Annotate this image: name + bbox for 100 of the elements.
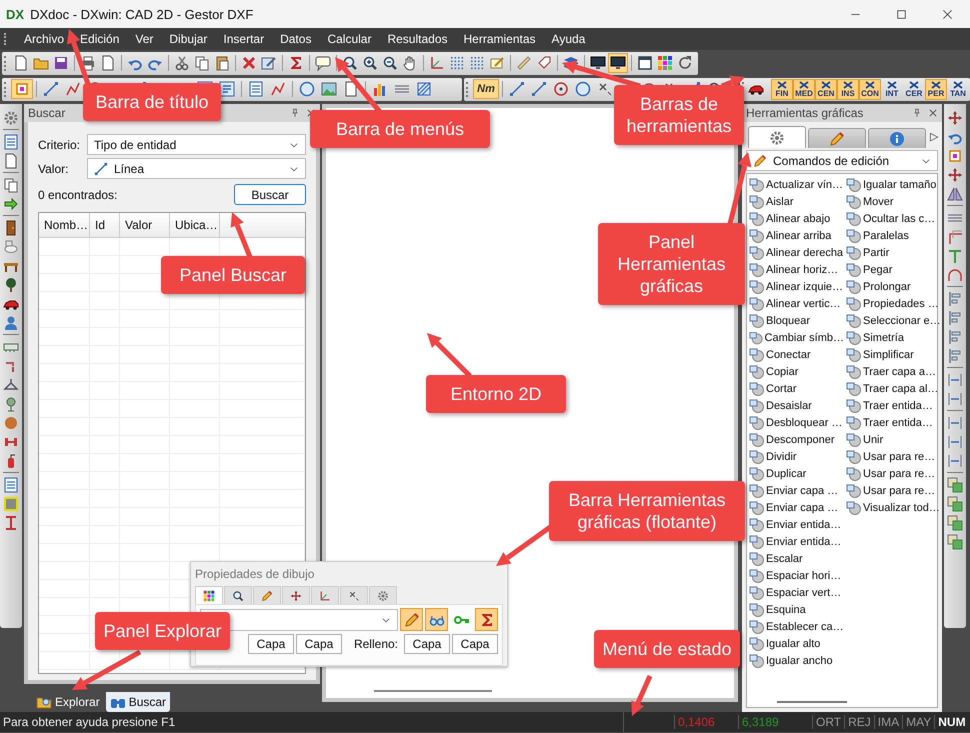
column-header[interactable]: Valor — [120, 213, 170, 237]
frame-icon[interactable] — [3, 496, 19, 512]
line-icon[interactable] — [531, 81, 547, 97]
spacing-icon[interactable] — [947, 414, 963, 430]
menu-item[interactable]: Edición — [80, 32, 120, 46]
menu-item[interactable]: Dibujar — [169, 32, 208, 46]
search-button[interactable]: Buscar — [234, 184, 306, 205]
toggle-button[interactable] — [400, 608, 423, 631]
note-pencil-icon[interactable] — [489, 55, 505, 71]
command-item[interactable]: Aislar — [766, 196, 794, 208]
move-icon[interactable] — [947, 110, 963, 126]
layer-button[interactable]: Capa — [248, 634, 294, 654]
command-item[interactable]: Alinear derecha — [766, 246, 844, 258]
copy-icon[interactable] — [3, 176, 19, 192]
command-item[interactable]: Escalar — [766, 552, 803, 564]
column-header[interactable]: Ubica… — [170, 213, 220, 237]
corner-icon[interactable] — [947, 228, 963, 244]
refresh-icon[interactable] — [677, 55, 693, 71]
panel-tab[interactable] — [340, 586, 368, 604]
snap-button[interactable]: CEN — [815, 78, 837, 100]
command-item[interactable]: Desaislar — [766, 400, 812, 412]
copy-icon[interactable] — [194, 55, 210, 71]
align-icon[interactable] — [947, 328, 963, 344]
command-item[interactable]: Paralelas — [863, 230, 909, 242]
command-item[interactable]: Espaciar vert… — [766, 586, 842, 598]
menu-item[interactable]: Herramientas — [464, 32, 536, 46]
command-item[interactable]: Cambiar símb… — [764, 332, 844, 344]
dropdown[interactable]: Comandos de edición — [746, 150, 938, 171]
layer-button[interactable]: Capa — [452, 634, 498, 654]
command-item[interactable]: Alinear vertic… — [766, 298, 841, 310]
menu-item[interactable]: Resultados — [387, 32, 448, 46]
menu-item[interactable]: Ver — [135, 32, 154, 46]
disc-icon[interactable] — [299, 81, 315, 97]
overlap-squares-icon[interactable] — [947, 496, 963, 512]
column-header[interactable]: Id — [90, 213, 120, 237]
scissors-icon[interactable] — [174, 55, 190, 71]
pin-icon[interactable] — [912, 108, 922, 118]
command-item[interactable]: Pegar — [863, 264, 892, 276]
command-item[interactable]: Propiedades … — [863, 298, 939, 310]
command-item[interactable]: Alinear arriba — [766, 230, 832, 242]
command-item[interactable]: Simetría — [863, 332, 904, 344]
command-item[interactable]: Conectar — [766, 348, 811, 360]
command-item[interactable]: Igualar ancho — [766, 654, 833, 666]
column-header[interactable]: Nomb… — [39, 213, 90, 237]
edit-icon[interactable] — [261, 55, 277, 71]
tag-icon[interactable] — [536, 55, 552, 71]
command-item[interactable]: Dividir — [766, 450, 797, 462]
command-item[interactable]: Ocultar las c… — [863, 212, 936, 224]
dropdown[interactable]: Tipo de entidad — [87, 134, 306, 155]
command-item[interactable]: Traer entida… — [863, 416, 933, 428]
speech-bubble-icon[interactable] — [315, 55, 331, 71]
command-item[interactable]: Enviar capa … — [766, 502, 838, 514]
square-icon[interactable] — [14, 81, 30, 97]
command-item[interactable]: Desbloquear … — [766, 416, 842, 428]
line-icon[interactable] — [43, 81, 59, 97]
command-item[interactable]: Traer capa al… — [863, 382, 938, 394]
command-item[interactable]: Duplicar — [766, 468, 806, 480]
command-item[interactable]: Visualizar tod… — [863, 502, 940, 514]
mirror-icon[interactable] — [947, 186, 963, 202]
command-item[interactable]: Partir — [863, 246, 890, 258]
ruler-icon[interactable] — [516, 55, 532, 71]
overlap-squares-icon[interactable] — [947, 514, 963, 530]
document-icon[interactable] — [100, 55, 116, 71]
layer-button[interactable]: Capa — [404, 634, 450, 654]
snap-button[interactable]: PER — [925, 78, 947, 100]
grid-icon[interactable] — [449, 55, 465, 71]
zoom-out-icon[interactable] — [382, 55, 398, 71]
command-item[interactable]: Enviar capa … — [766, 484, 838, 496]
printer-icon[interactable] — [80, 55, 96, 71]
spacing-icon[interactable] — [947, 452, 963, 468]
command-item[interactable]: Igualar tamaño — [863, 178, 936, 190]
overlap-squares-icon[interactable] — [947, 534, 963, 550]
command-item[interactable]: Alinear abajo — [766, 212, 830, 224]
disc-icon[interactable] — [575, 81, 591, 97]
panel-tab[interactable] — [748, 126, 806, 148]
sigma-icon[interactable] — [288, 55, 304, 71]
scroll-arrow[interactable]: ▷ — [930, 130, 938, 142]
layer-button[interactable]: Capa — [296, 634, 342, 654]
document-icon[interactable] — [343, 81, 359, 97]
arrow-icon[interactable] — [3, 196, 19, 212]
move-icon[interactable] — [947, 166, 963, 182]
document-icon[interactable] — [13, 55, 29, 71]
snap-button[interactable]: INT — [881, 78, 903, 100]
command-item[interactable]: Igualar alto — [766, 638, 820, 650]
command-item[interactable]: Espaciar hori… — [766, 570, 842, 582]
window-icon[interactable] — [637, 55, 653, 71]
command-item[interactable]: Esquina — [766, 604, 806, 616]
hanger-icon[interactable] — [3, 376, 19, 392]
tree-icon[interactable] — [3, 276, 19, 292]
snap-button[interactable]: CER — [903, 78, 925, 100]
color-grid-icon[interactable] — [657, 55, 673, 71]
command-item[interactable]: Usar para re… — [863, 450, 936, 462]
command-item[interactable]: Descomponer — [766, 434, 834, 446]
line-icon[interactable] — [509, 81, 525, 97]
list-icon[interactable] — [3, 134, 19, 150]
hatch-icon[interactable] — [416, 81, 432, 97]
panel-tab[interactable]: Buscar — [106, 692, 170, 712]
menu-item[interactable]: Archivo — [24, 32, 64, 46]
snap-button[interactable]: MED — [793, 78, 815, 100]
document-icon[interactable] — [3, 152, 19, 168]
